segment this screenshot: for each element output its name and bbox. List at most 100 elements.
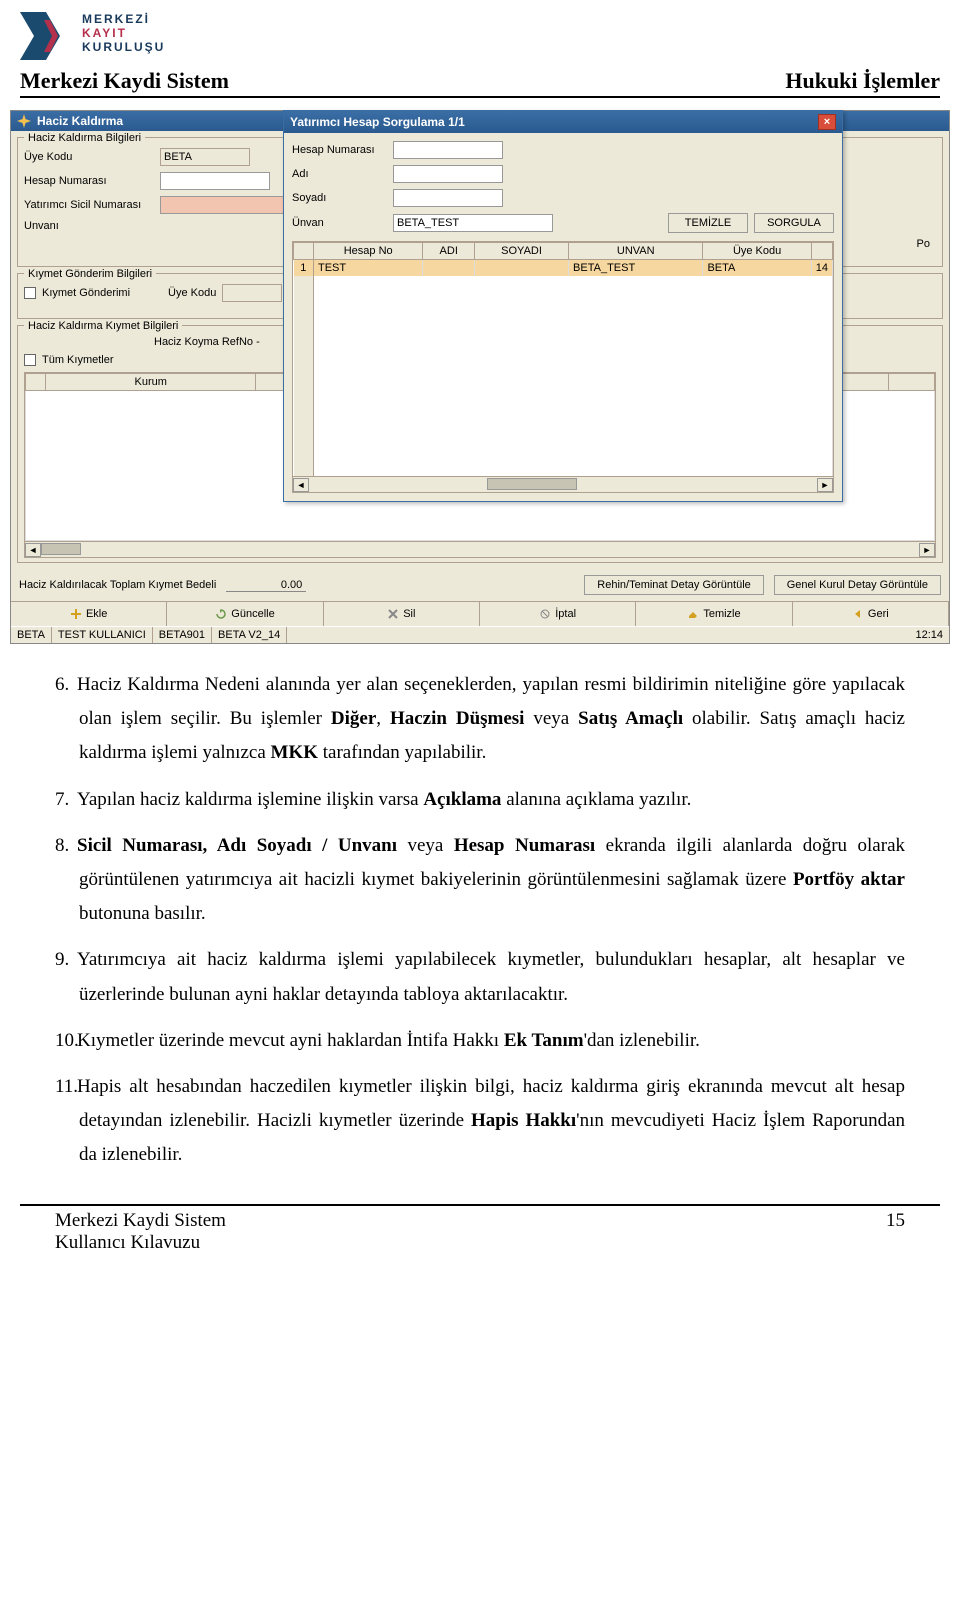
fieldset-legend: Haciz Kaldırma Bilgileri — [24, 132, 145, 144]
header-title-left: Merkezi Kaydi Sistem — [20, 68, 229, 94]
table-row[interactable]: 1 TEST BETA_TEST BETA 14 — [294, 260, 833, 277]
scroll-left-icon[interactable]: ◄ — [293, 478, 309, 492]
iptal-button[interactable]: İptal — [480, 602, 636, 626]
back-icon — [852, 608, 864, 620]
fieldset-legend: Kıymet Gönderim Bilgileri — [24, 268, 156, 280]
uye-kodu-label-2: Üye Kodu — [168, 287, 216, 299]
hesap-no-label: Hesap Numarası — [24, 175, 154, 187]
footer-left-2: Kullanıcı Kılavuzu — [55, 1232, 226, 1254]
guncelle-button[interactable]: Güncelle — [167, 602, 323, 626]
statusbar: BETA TEST KULLANICI BETA901 BETA V2_14 1… — [11, 626, 949, 643]
main-window: Haciz Kaldırma Haciz Kaldırma Bilgileri … — [10, 110, 950, 644]
overlay-titlebar: Yatırımcı Hesap Sorgulama 1/1 × — [284, 111, 842, 133]
fieldset-legend: Haciz Kaldırma Kıymet Bilgileri — [24, 320, 182, 332]
col-unvan: UNVAN — [569, 243, 703, 260]
tum-kiymetler-checkbox[interactable] — [24, 354, 36, 366]
overlay-hscroll[interactable]: ◄ ► — [293, 476, 833, 492]
ov-soyadi-input[interactable] — [393, 189, 503, 207]
clear-icon — [687, 608, 699, 620]
total-row: Haciz Kaldırılacak Toplam Kıymet Bedeli … — [11, 569, 949, 601]
total-value: 0.00 — [226, 579, 306, 592]
col-hesapno: Hesap No — [314, 243, 423, 260]
list-item: 6.Haciz Kaldırma Nedeni alanında yer ala… — [55, 668, 905, 771]
body-text: 6.Haciz Kaldırma Nedeni alanında yer ala… — [0, 644, 960, 1204]
close-icon[interactable]: × — [818, 114, 836, 130]
scroll-right-icon[interactable]: ► — [919, 543, 935, 557]
haciz-refno-label: Haciz Koyma RefNo - — [154, 336, 260, 348]
refresh-icon — [215, 608, 227, 620]
result-grid: Hesap No ADI SOYADI UNVAN Üye Kodu 1 TES… — [292, 241, 834, 493]
cell-unvan: BETA_TEST — [569, 260, 703, 277]
logo-text: MERKEZİ KAYIT KURULUŞU — [82, 12, 165, 54]
sorgula-button[interactable]: SORGULA — [754, 213, 834, 233]
cancel-icon — [539, 608, 551, 620]
col-adi: ADI — [423, 243, 475, 260]
logo-line: KAYIT — [82, 26, 165, 40]
cell-extra: 14 — [811, 260, 832, 277]
genel-kurul-button[interactable]: Genel Kurul Detay Görüntüle — [774, 575, 941, 595]
list-item: 7.Yapılan haciz kaldırma işlemine ilişki… — [55, 783, 905, 817]
scroll-right-icon[interactable]: ► — [817, 478, 833, 492]
total-label: Haciz Kaldırılacak Toplam Kıymet Bedeli — [19, 579, 216, 591]
status-cell: BETA901 — [153, 627, 212, 643]
list-item: 10.Kıymetler üzerinde mevcut ayni haklar… — [55, 1024, 905, 1058]
screenshot-wrapper: Haciz Kaldırma Haciz Kaldırma Bilgileri … — [0, 102, 960, 644]
scroll-left-icon[interactable]: ◄ — [25, 543, 41, 557]
logo-icon — [20, 12, 74, 60]
geri-button[interactable]: Geri — [793, 602, 949, 626]
sicil-label: Yatırımcı Sicil Numarası — [24, 199, 154, 211]
add-icon — [70, 608, 82, 620]
ov-hesap-input[interactable] — [393, 141, 503, 159]
logo-line: MERKEZİ — [82, 12, 165, 26]
overlay-window: Yatırımcı Hesap Sorgulama 1/1 × Hesap Nu… — [283, 110, 843, 502]
rehin-detay-button[interactable]: Rehin/Teminat Detay Görüntüle — [584, 575, 763, 595]
hesap-no-input[interactable] — [160, 172, 270, 190]
sicil-input[interactable] — [160, 196, 290, 214]
kiymet-gonderimi-checkbox[interactable] — [24, 287, 36, 299]
ov-hesap-label: Hesap Numarası — [292, 144, 387, 156]
spark-icon — [17, 114, 31, 128]
cell-soyadi — [475, 260, 569, 277]
cell-hesap: TEST — [314, 260, 423, 277]
grid-hscroll[interactable]: ◄ ► — [25, 541, 935, 557]
overlay-title-text: Yatırımcı Hesap Sorgulama 1/1 — [290, 115, 465, 129]
temizle-button[interactable]: Temizle — [636, 602, 792, 626]
status-cell: BETA V2_14 — [212, 627, 287, 643]
list-item: 8.Sicil Numarası, Adı Soyadı / Unvanı ve… — [55, 829, 905, 932]
page-number: 15 — [886, 1210, 905, 1254]
ov-unvan-label: Ünvan — [292, 217, 387, 229]
main-window-title: Haciz Kaldırma — [37, 114, 123, 128]
page-header: MERKEZİ KAYIT KURULUŞU Merkezi Kaydi Sis… — [0, 0, 960, 102]
col-kurum: Kurum — [46, 374, 256, 391]
status-time: 12:14 — [909, 627, 949, 643]
unvan-label: Unvanı — [24, 220, 154, 232]
po-label: Po — [917, 238, 930, 250]
delete-icon — [387, 608, 399, 620]
page-footer: Merkezi Kaydi Sistem Kullanıcı Kılavuzu … — [0, 1206, 960, 1274]
ov-adi-label: Adı — [292, 168, 387, 180]
row-num: 1 — [294, 260, 314, 277]
sil-button[interactable]: Sil — [324, 602, 480, 626]
list-item: 11.Hapis alt hesabından haczedilen kıyme… — [55, 1070, 905, 1173]
cell-uye: BETA — [703, 260, 811, 277]
status-cell: TEST KULLANICI — [52, 627, 153, 643]
tum-kiymetler-label: Tüm Kıymetler — [42, 354, 114, 366]
cell-adi — [423, 260, 475, 277]
uye-kodu-input-2 — [222, 284, 282, 302]
kiymet-gonderimi-label: Kıymet Gönderimi — [42, 287, 152, 299]
header-title-right: Hukuki İşlemler — [785, 68, 940, 94]
logo-line: KURULUŞU — [82, 40, 165, 54]
ov-soyadi-label: Soyadı — [292, 192, 387, 204]
temizle-button[interactable]: TEMİZLE — [668, 213, 748, 233]
uye-kodu-input — [160, 148, 250, 166]
status-cell: BETA — [11, 627, 52, 643]
ov-adi-input[interactable] — [393, 165, 503, 183]
uye-kodu-label: Üye Kodu — [24, 151, 154, 163]
col-uyekodu: Üye Kodu — [703, 243, 811, 260]
ekle-button[interactable]: Ekle — [11, 602, 167, 626]
toolbar: Ekle Güncelle Sil İptal Temizle Geri — [11, 601, 949, 626]
footer-left-1: Merkezi Kaydi Sistem — [55, 1210, 226, 1232]
list-item: 9.Yatırımcıya ait haciz kaldırma işlemi … — [55, 943, 905, 1011]
ov-unvan-input[interactable] — [393, 214, 553, 232]
col-soyadi: SOYADI — [475, 243, 569, 260]
